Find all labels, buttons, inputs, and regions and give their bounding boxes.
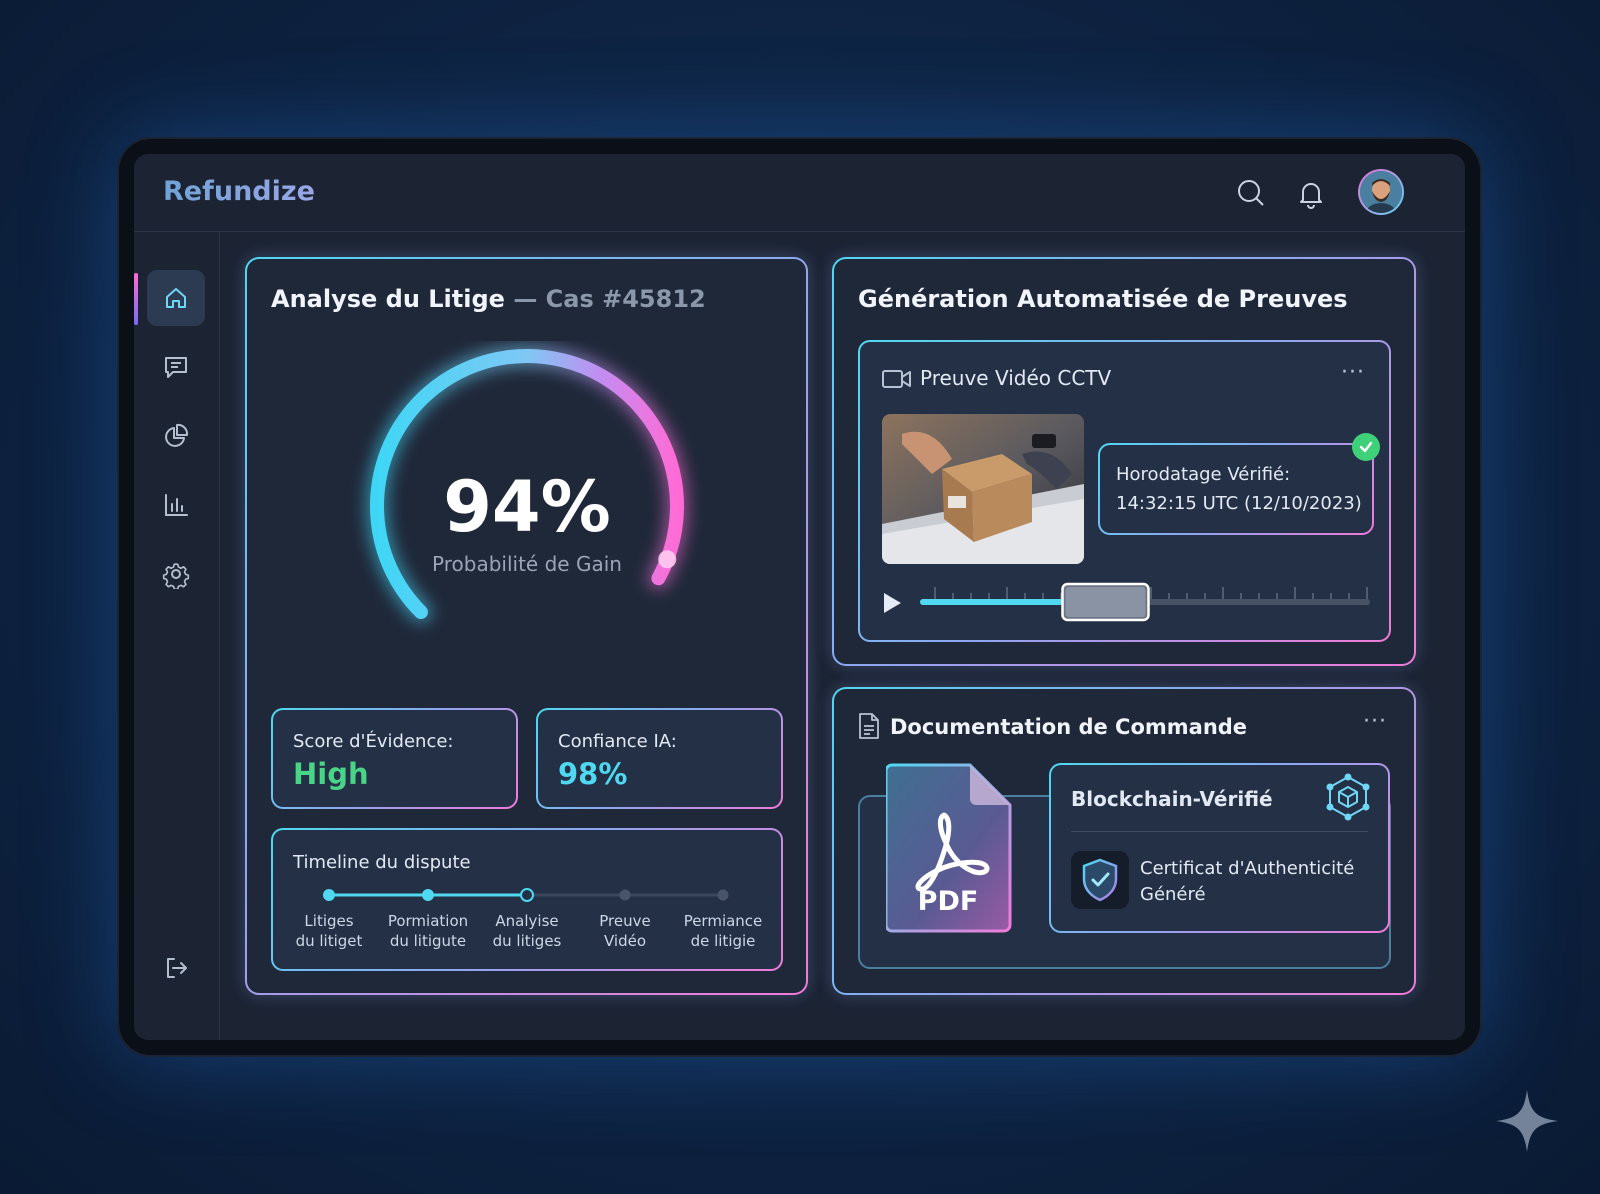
- sidebar-item-home[interactable]: [147, 270, 205, 326]
- certificate-line1: Certificat d'Authenticité: [1140, 858, 1355, 879]
- sidebar: [134, 232, 220, 1040]
- logout-button[interactable]: [147, 940, 205, 996]
- timeline-step-dot[interactable]: [422, 889, 434, 901]
- gauge-knob: [658, 550, 677, 569]
- search-icon[interactable]: [1234, 176, 1268, 210]
- timeline-track: [323, 888, 729, 902]
- evidence-title: Génération Automatisée de Preuves: [858, 285, 1348, 313]
- shield-check-icon: [1082, 858, 1118, 902]
- pdf-document[interactable]: PDF: [886, 763, 1014, 933]
- gauge-label: Probabilité de Gain: [432, 552, 622, 576]
- certificate-line2: Généré: [1140, 884, 1206, 905]
- timeline-step-dot[interactable]: [520, 888, 534, 902]
- play-icon[interactable]: [882, 592, 902, 614]
- timestamp-label: Horodatage Vérifié:: [1116, 464, 1291, 485]
- gauge-value: 94%: [443, 466, 611, 548]
- ai-confidence-label: Confiance IA:: [558, 731, 677, 752]
- evidence-generation-card: Génération Automatisée de Preuves Preuve…: [832, 257, 1416, 666]
- gear-icon: [162, 563, 190, 589]
- logout-icon: [167, 958, 187, 978]
- pdf-label: PDF: [917, 886, 979, 917]
- device-frame: Refundize Analyse du Litige — Cas #45812…: [117, 137, 1482, 1057]
- video-more-button[interactable]: ···: [1341, 360, 1365, 385]
- message-icon: [165, 357, 187, 378]
- docs-more-button[interactable]: ···: [1363, 709, 1387, 734]
- sidebar-item-analytics[interactable]: [147, 477, 205, 533]
- top-bar: Refundize: [134, 154, 1465, 232]
- video-scrubber[interactable]: [920, 578, 1372, 628]
- order-documentation-card: Documentation de Commande ··· PDF Blockc…: [832, 687, 1416, 995]
- dispute-timeline: Timeline du dispute Litiges du litiget Po…: [271, 828, 783, 971]
- ai-confidence-box: Confiance IA: 98%: [536, 708, 783, 809]
- blockchain-verified-box: Blockchain-Vérifié Certificat d'Authenti…: [1049, 763, 1390, 933]
- brand-logo[interactable]: Refundize: [163, 176, 315, 207]
- sidebar-item-reports[interactable]: [147, 408, 205, 464]
- evidence-score-label: Score d'Évidence:: [293, 731, 454, 752]
- docs-title: Documentation de Commande: [890, 715, 1248, 739]
- evidence-score-box: Score d'Évidence: High: [271, 708, 518, 809]
- cctv-thumbnail[interactable]: [882, 414, 1084, 564]
- video-camera-icon: [882, 370, 911, 388]
- timeline-step-label: Preuve Vidéo: [599, 912, 651, 950]
- pie-chart-icon: [165, 423, 189, 447]
- card-title: Analyse du Litige — Cas #45812: [271, 285, 706, 313]
- verified-check-icon: [1352, 433, 1380, 461]
- sidebar-item-settings[interactable]: [147, 546, 205, 602]
- blockchain-title: Blockchain-Vérifié: [1071, 787, 1273, 811]
- avatar[interactable]: [1358, 169, 1404, 215]
- cctv-video-panel: Preuve Vidéo CCTV ··· Horodatage Vérifié…: [858, 340, 1391, 642]
- home-icon: [166, 288, 186, 308]
- analysis-title: Analyse du Litige: [271, 285, 505, 313]
- video-title: Preuve Vidéo CCTV: [920, 366, 1112, 390]
- timeline-step-dot[interactable]: [619, 889, 631, 901]
- win-probability-gauge: 94% Probabilité de Gain: [366, 345, 688, 624]
- timeline-step-label: Pormiation du litigute: [387, 912, 469, 950]
- scrubber-progress: [920, 599, 1069, 605]
- evidence-score-value: High: [293, 757, 369, 791]
- bell-icon[interactable]: [1294, 176, 1328, 210]
- timeline-title: Timeline du dispute: [293, 852, 471, 873]
- blockchain-cube-icon: [1326, 773, 1370, 821]
- ai-confidence-value: 98%: [558, 757, 628, 791]
- scrubber-handle[interactable]: [1061, 582, 1150, 622]
- sidebar-item-messages[interactable]: [147, 339, 205, 395]
- shield-badge: [1071, 851, 1129, 909]
- timestamp-verified-box: Horodatage Vérifié: 14:32:15 UTC (12/10/…: [1098, 443, 1374, 535]
- timestamp-value: 14:32:15 UTC (12/10/2023): [1116, 493, 1362, 514]
- document-icon: [859, 713, 879, 739]
- timeline-step-label: Permiance de litigie: [683, 912, 763, 950]
- dispute-analysis-card: Analyse du Litige — Cas #45812 94% Proba…: [245, 257, 808, 995]
- active-indicator: [134, 273, 138, 325]
- sparkle-icon: [1496, 1090, 1558, 1152]
- timeline-step-dot[interactable]: [717, 889, 729, 901]
- timeline-step-label: Analyise du litiges: [492, 912, 562, 950]
- bar-chart-icon: [165, 494, 188, 516]
- case-number: — Cas #45812: [513, 285, 706, 313]
- divider: [1071, 831, 1368, 832]
- timeline-step-label: Litiges du litiget: [295, 912, 363, 950]
- app-screen: Refundize Analyse du Litige — Cas #45812…: [134, 154, 1465, 1040]
- timeline-step-dot[interactable]: [323, 889, 335, 901]
